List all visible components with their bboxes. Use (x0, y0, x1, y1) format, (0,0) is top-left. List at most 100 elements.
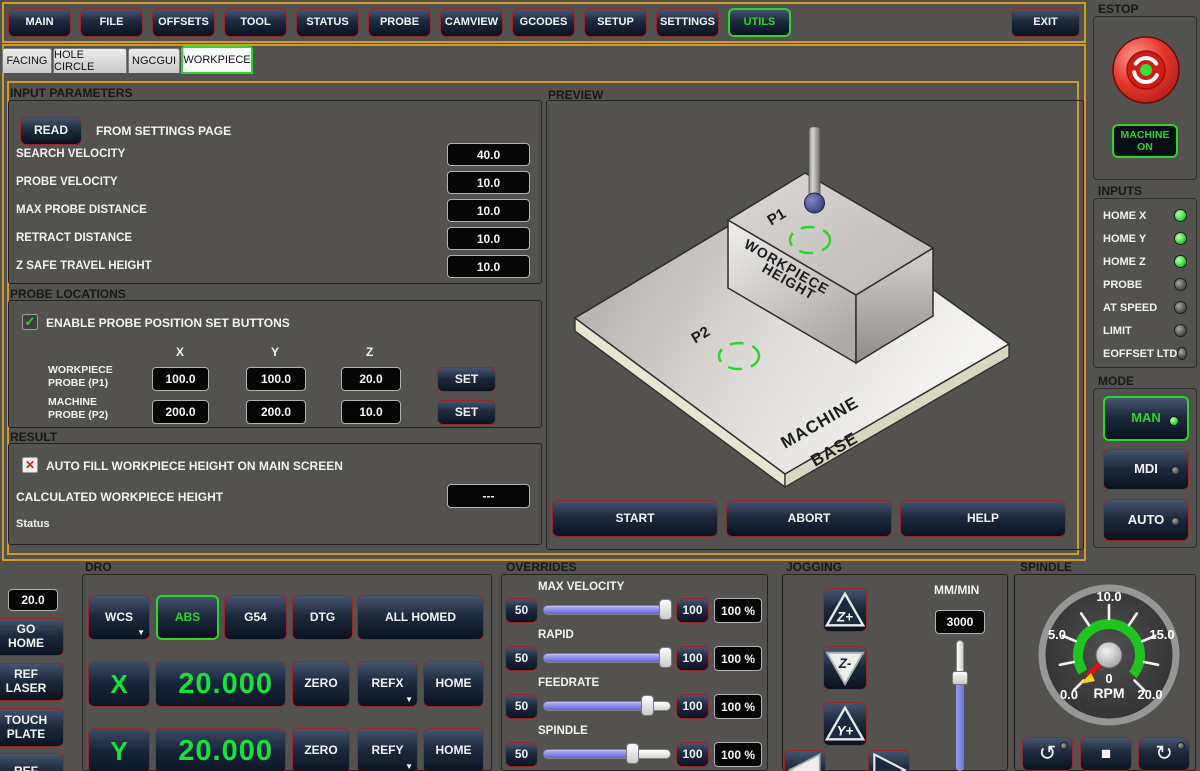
jog-y-plus-button[interactable]: Y+ (823, 702, 867, 746)
jog-z-minus-button[interactable]: Z- (823, 646, 867, 690)
mode-man-button[interactable]: MAN (1103, 396, 1189, 441)
spindle-max-button[interactable]: 100 (676, 742, 709, 767)
spindle-stop-button[interactable]: ■ (1080, 737, 1132, 771)
mode-auto-button[interactable]: AUTO (1103, 499, 1189, 541)
y-zero-button[interactable]: ZERO (292, 728, 350, 771)
mode-man-label: MAN (1131, 411, 1161, 426)
menu-gcodes[interactable]: GCODES (512, 8, 575, 37)
menu-tool[interactable]: TOOL (224, 8, 287, 37)
x-home-button[interactable]: HOME (423, 661, 484, 707)
inputs-title: INPUTS (1098, 184, 1142, 198)
abort-button[interactable]: ABORT (726, 500, 892, 537)
z-safe-height-field[interactable]: 10.0 (447, 255, 530, 278)
max-velocity-min-button[interactable]: 50 (505, 598, 538, 623)
menu-utils[interactable]: UTILS (728, 8, 791, 37)
p2-set-button[interactable]: SET (437, 400, 496, 425)
feedrate-slider[interactable] (543, 701, 671, 711)
menu-camview[interactable]: CAMVIEW (440, 8, 503, 37)
menu-status[interactable]: STATUS (296, 8, 359, 37)
menu-main[interactable]: MAIN (8, 8, 71, 37)
y-home-button[interactable]: HOME (423, 728, 484, 771)
home-z-led (1174, 255, 1187, 268)
retract-distance-field[interactable]: 10.0 (447, 227, 530, 250)
spindle-slider[interactable] (543, 749, 671, 759)
spindle-cw-led (1177, 742, 1185, 750)
p1-x-field[interactable]: 100.0 (152, 367, 209, 391)
ref-laser-button[interactable]: REF LASER (0, 663, 64, 701)
slider-fill (544, 654, 665, 662)
rapid-max-button[interactable]: 100 (676, 646, 709, 671)
ref-button[interactable]: REF (0, 753, 64, 771)
jog-rate-value[interactable]: 3000 (935, 610, 985, 634)
wcs-button[interactable]: WCS ▼ (88, 595, 150, 640)
abs-button[interactable]: ABS (156, 595, 219, 640)
refx-button[interactable]: REFX ▼ (357, 661, 418, 707)
rotate-ccw-icon: ↺ (1039, 742, 1057, 766)
cross-icon: ✕ (25, 458, 35, 472)
slider-handle[interactable] (659, 599, 672, 620)
p2-y-field[interactable]: 200.0 (246, 400, 306, 424)
all-homed-button[interactable]: ALL HOMED (357, 595, 484, 640)
auto-led (1171, 517, 1180, 526)
inputs-panel: HOME X HOME Y HOME Z PROBE AT SPEED LIMI… (1093, 198, 1197, 368)
feedrate-min-button[interactable]: 50 (505, 694, 538, 719)
spindle-cw-button[interactable]: ↻ (1138, 737, 1190, 771)
btn-line: PLATE (7, 728, 45, 742)
start-button[interactable]: START (552, 500, 718, 537)
go-home-button[interactable]: GO HOME (0, 618, 64, 656)
jog-x-plus-button[interactable] (868, 750, 910, 771)
tab-hole-circle[interactable]: HOLE CIRCLE (53, 48, 127, 73)
max-velocity-slider[interactable] (543, 605, 671, 615)
mode-mdi-button[interactable]: MDI (1103, 449, 1189, 490)
touch-plate-button[interactable]: TOUCH PLATE (0, 708, 64, 747)
refy-label: REFY (371, 744, 403, 758)
p2-x-field[interactable]: 200.0 (152, 400, 209, 424)
menu-file[interactable]: FILE (80, 8, 143, 37)
slider-handle[interactable] (641, 695, 654, 716)
refx-label: REFX (371, 677, 403, 691)
tab-workpiece[interactable]: WORKPIECE (181, 46, 253, 74)
enable-set-buttons-checkbox[interactable]: ✓ (22, 314, 38, 330)
jog-z-plus-button[interactable]: Z+ (823, 588, 867, 632)
slider-handle[interactable] (659, 647, 672, 668)
chevron-down-icon: ▼ (405, 695, 413, 704)
spindle-ccw-button[interactable]: ↺ (1022, 737, 1073, 771)
menu-setup[interactable]: SETUP (584, 8, 647, 37)
chevron-down-icon: ▼ (405, 762, 413, 771)
probe-velocity-field[interactable]: 10.0 (447, 171, 530, 194)
tab-ngcgui[interactable]: NGCGUI (128, 48, 180, 73)
autofill-checkbox[interactable]: ✕ (22, 457, 38, 473)
field-label: SEARCH VELOCITY (16, 148, 125, 160)
menu-settings[interactable]: SETTINGS (656, 8, 719, 37)
estop-status-dot (1140, 64, 1152, 76)
help-button[interactable]: HELP (900, 500, 1066, 537)
jog-x-minus-button[interactable] (784, 750, 826, 771)
spindle-min-button[interactable]: 50 (505, 742, 538, 767)
rapid-min-button[interactable]: 50 (505, 646, 538, 671)
rapid-slider[interactable] (543, 653, 671, 663)
menu-offsets[interactable]: OFFSETS (152, 8, 215, 37)
p1-set-button[interactable]: SET (437, 367, 496, 392)
exit-button[interactable]: EXIT (1011, 8, 1080, 37)
g54-button[interactable]: G54 (224, 595, 287, 640)
slider-handle[interactable] (626, 743, 639, 764)
max-velocity-max-button[interactable]: 100 (676, 598, 709, 623)
estop-button[interactable] (1110, 34, 1182, 106)
tab-facing[interactable]: FACING (2, 48, 52, 73)
menu-probe[interactable]: PROBE (368, 8, 431, 37)
p2-z-field[interactable]: 10.0 (341, 400, 401, 424)
slider-handle[interactable] (952, 671, 968, 685)
p1-z-field[interactable]: 20.0 (341, 367, 401, 391)
feedrate-max-button[interactable]: 100 (676, 694, 709, 719)
column-header-y: Y (271, 345, 279, 359)
read-button[interactable]: READ (20, 117, 82, 145)
search-velocity-field[interactable]: 40.0 (447, 143, 530, 166)
p1-y-field[interactable]: 100.0 (246, 367, 306, 391)
spindle-ov-label: SPINDLE (538, 725, 588, 737)
x-zero-button[interactable]: ZERO (292, 661, 350, 707)
dtg-button[interactable]: DTG (292, 595, 353, 640)
jog-rate-slider[interactable] (952, 640, 968, 771)
max-probe-distance-field[interactable]: 10.0 (447, 199, 530, 222)
machine-on-button[interactable]: MACHINE ON (1112, 124, 1178, 158)
refy-button[interactable]: REFY ▼ (357, 728, 418, 771)
